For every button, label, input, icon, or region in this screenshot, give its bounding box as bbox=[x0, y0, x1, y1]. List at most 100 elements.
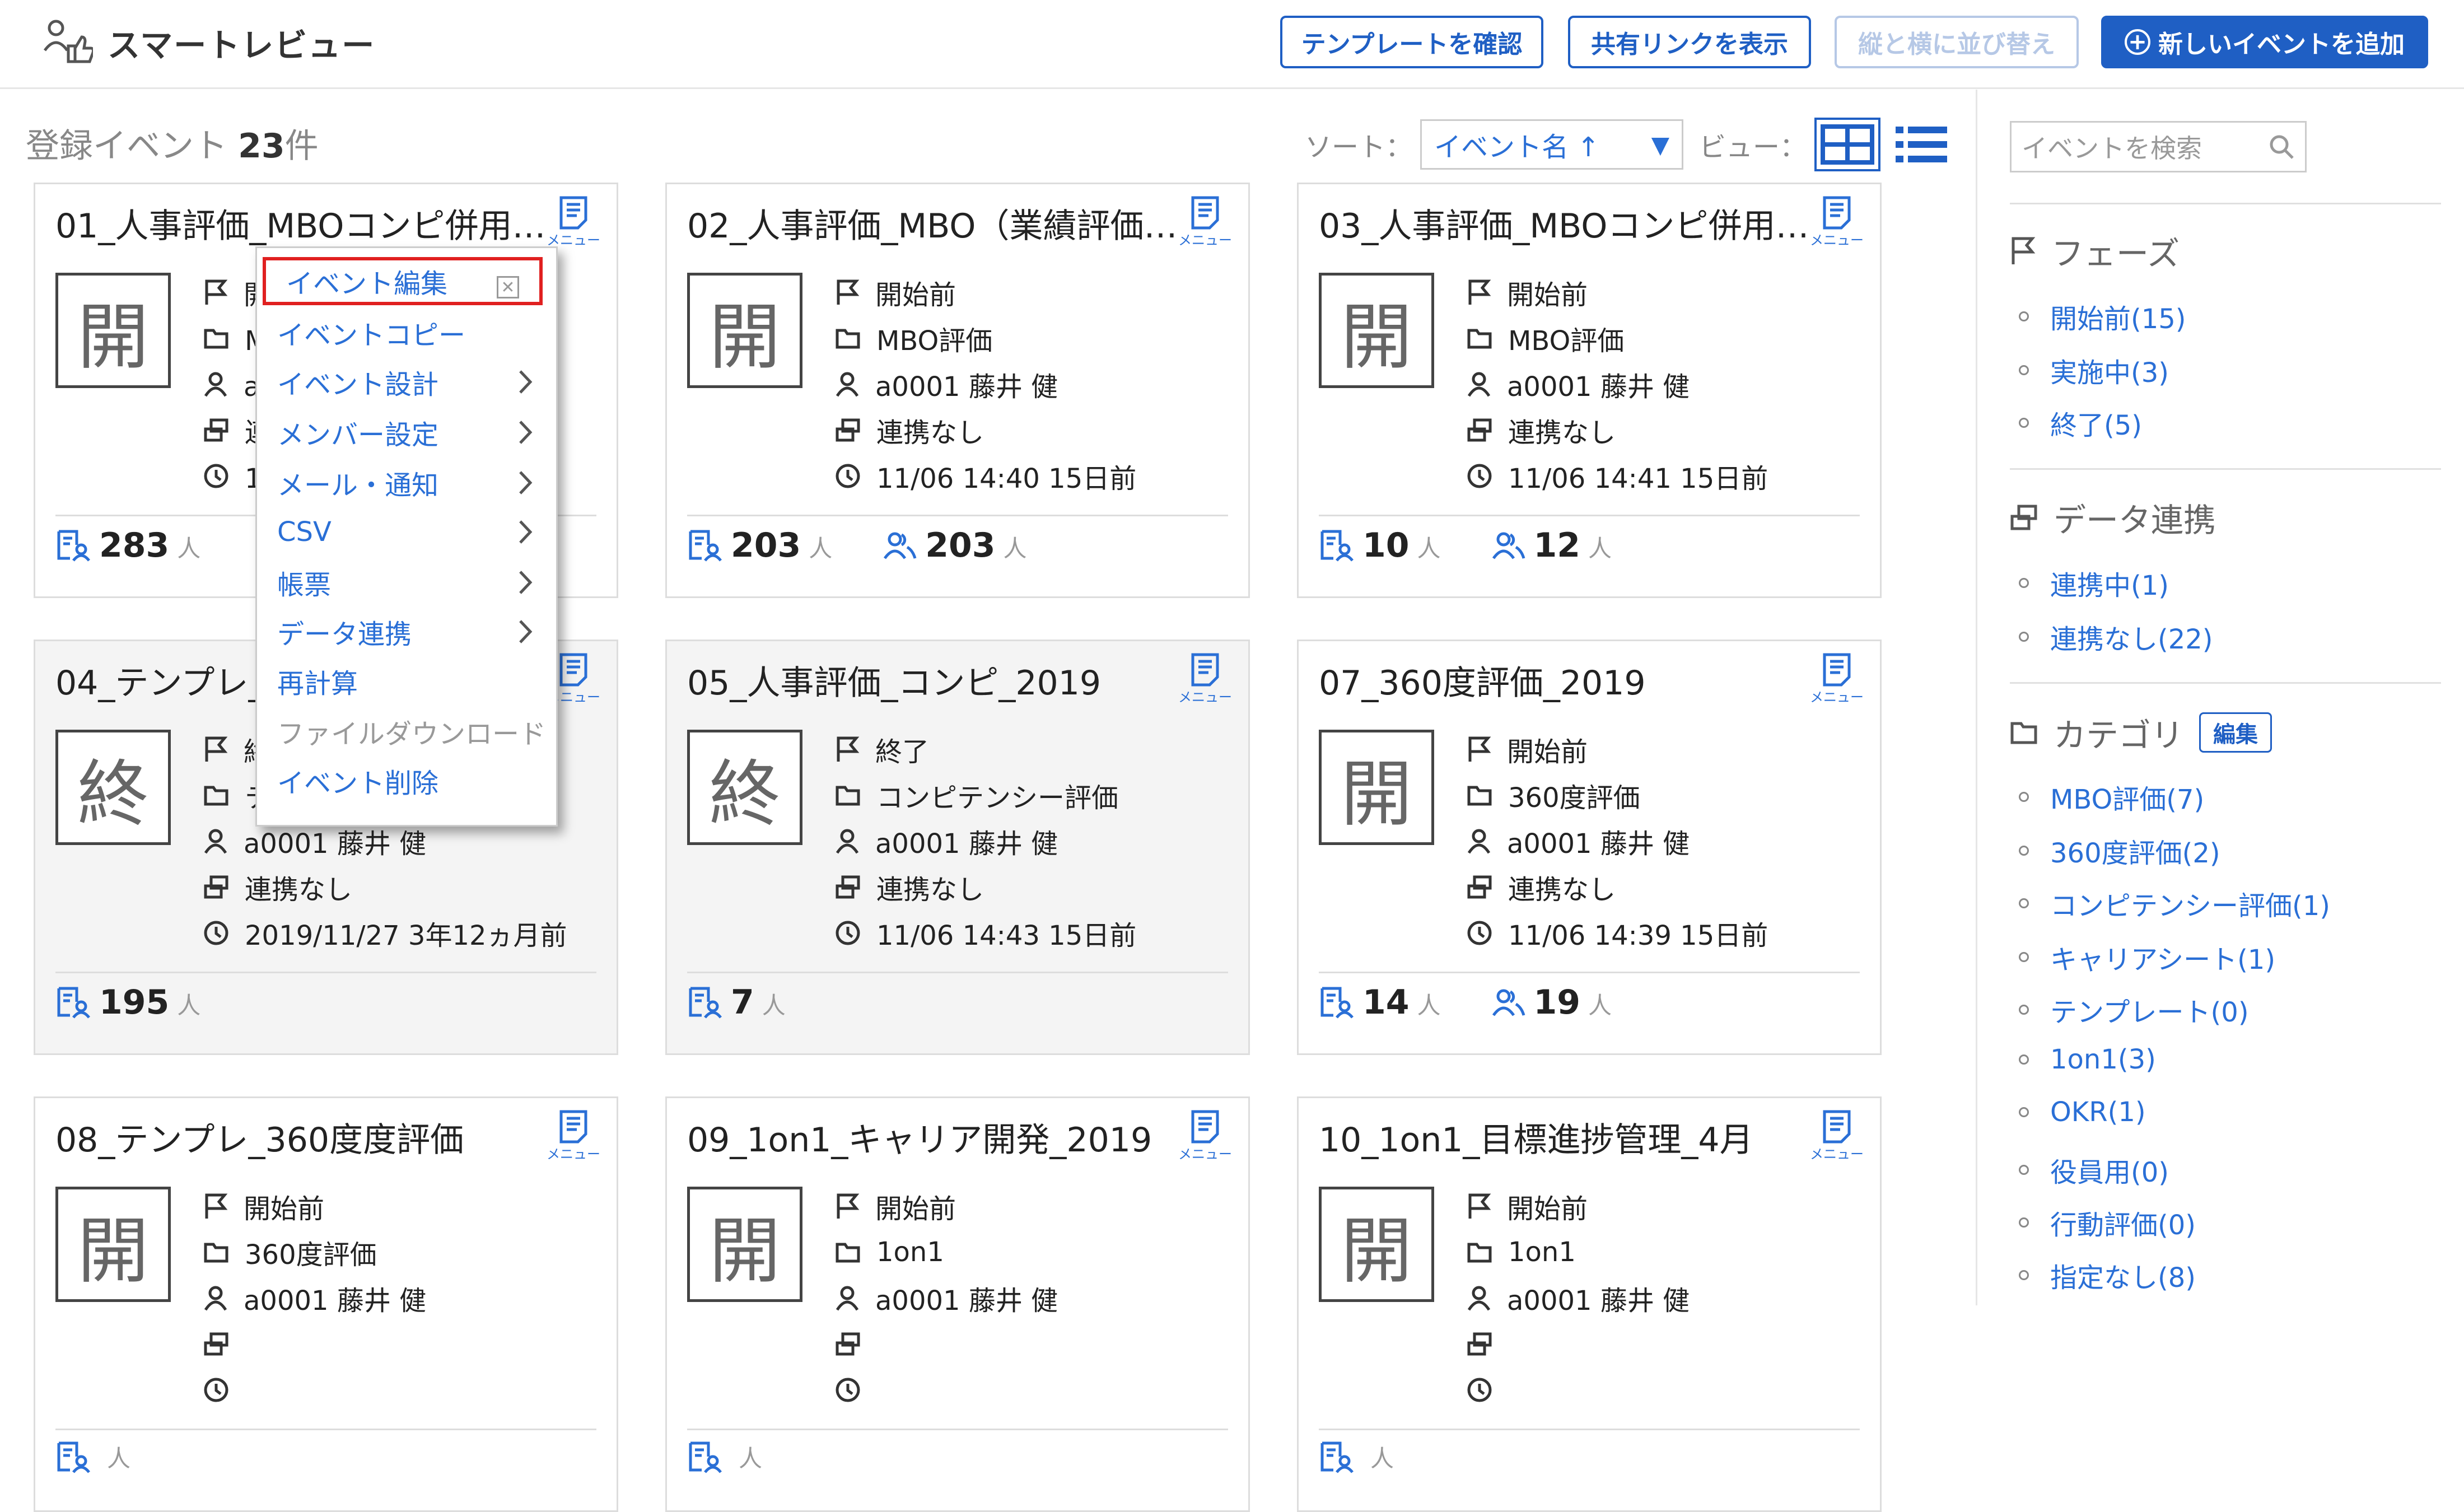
document-menu-icon bbox=[1191, 196, 1219, 230]
participants-stat[interactable]: 人 bbox=[687, 1440, 762, 1474]
participants-stat[interactable]: 7 人 bbox=[687, 983, 786, 1022]
search-placeholder: イベントを検索 bbox=[2022, 133, 2202, 164]
phase-filter-item[interactable]: 開始前(15) bbox=[2019, 297, 2186, 336]
category-filter-item[interactable]: OKR(1) bbox=[2019, 1096, 2146, 1128]
category-filter-item[interactable]: 行動評価(0) bbox=[2019, 1203, 2196, 1242]
event-card[interactable]: 05_人事評価_コンピ_2019 メニュー 終 終了 コンピテンシー評価 a00… bbox=[665, 640, 1250, 1055]
event-card[interactable]: 02_人事評価_MBO（業績評価）_2019 メニュー 開 開始前 MBO評価 bbox=[665, 183, 1250, 598]
category-filter-item[interactable]: 役員用(0) bbox=[2019, 1150, 2169, 1189]
menu-forms[interactable]: 帳票 bbox=[257, 558, 556, 606]
participants-stat[interactable]: 195 人 bbox=[55, 983, 200, 1022]
show-share-link-button[interactable]: 共有リンクを表示 bbox=[1568, 16, 1811, 68]
event-card[interactable]: 09_1on1_キャリア開発_2019 メニュー 開 開始前 1on1 a000… bbox=[665, 1096, 1250, 1512]
event-card[interactable]: 08_テンプレ_360度度評価 メニュー 開 開始前 360度評価 a0001 bbox=[34, 1096, 618, 1512]
event-title[interactable]: 05_人事評価_コンピ_2019 bbox=[687, 656, 1180, 704]
participants-stat[interactable]: 283 人 bbox=[55, 526, 200, 565]
people-icon bbox=[1492, 532, 1525, 559]
menu-delete-event[interactable]: イベント削除 bbox=[257, 757, 556, 805]
category-text: 360度評価 bbox=[1508, 782, 1640, 814]
grid-view-button[interactable] bbox=[1814, 118, 1881, 171]
category-filter-item[interactable]: 指定なし(8) bbox=[2019, 1256, 2196, 1295]
data-link-heading: データ連携 bbox=[2010, 494, 2216, 541]
phase-filter-item[interactable]: 終了(5) bbox=[2019, 403, 2142, 442]
updated-row bbox=[1467, 1367, 1690, 1413]
chevron-right-icon bbox=[519, 370, 533, 394]
card-menu-button[interactable]: メニュー bbox=[1174, 1109, 1236, 1163]
card-menu-button[interactable]: メニュー bbox=[1806, 652, 1868, 706]
participants-stat[interactable]: 10 人 bbox=[1319, 526, 1441, 565]
bullet-icon bbox=[2019, 578, 2029, 588]
card-menu-button[interactable]: メニュー bbox=[1174, 195, 1236, 249]
event-info: 開始前 360度評価 a0001 藤井 健 bbox=[203, 1183, 426, 1413]
category-filter-item[interactable]: キャリアシート(1) bbox=[2019, 937, 2275, 977]
participants-stat[interactable]: 人 bbox=[1319, 1440, 1394, 1474]
sort-select[interactable]: イベント名 ↑ ▼ bbox=[1420, 119, 1684, 170]
card-menu-button[interactable]: メニュー bbox=[543, 195, 604, 249]
event-title[interactable]: 07_360度評価_2019 bbox=[1319, 656, 1812, 704]
menu-edit-event[interactable]: イベント編集 ✕ bbox=[263, 257, 543, 305]
card-divider bbox=[687, 515, 1228, 516]
check-template-button[interactable]: テンプレートを確認 bbox=[1280, 16, 1543, 68]
menu-copy-event[interactable]: イベントコピー bbox=[257, 309, 556, 357]
menu-file-download[interactable]: ファイルダウンロード bbox=[257, 707, 556, 755]
reviewers-stat[interactable]: 12 人 bbox=[1491, 526, 1612, 565]
reviewers-stat[interactable]: 203 人 bbox=[883, 526, 1027, 565]
event-search-input[interactable]: イベントを検索 bbox=[2010, 121, 2307, 172]
updated-row: 11/06 14:43 15日前 bbox=[835, 910, 1136, 956]
link-filter-item[interactable]: 連携なし(22) bbox=[2019, 617, 2213, 656]
category-filter-item[interactable]: 360度評価(2) bbox=[2019, 831, 2220, 870]
card-menu-button[interactable]: メニュー bbox=[1806, 195, 1868, 249]
link-filter-item[interactable]: 連携中(1) bbox=[2019, 563, 2169, 603]
edit-category-button[interactable]: 編集 bbox=[2199, 712, 2272, 753]
event-title[interactable]: 10_1on1_目標進捗管理_4月 bbox=[1319, 1113, 1812, 1161]
participants-unit: 人 bbox=[177, 535, 201, 562]
menu-csv[interactable]: CSV bbox=[257, 508, 556, 556]
card-menu-button[interactable]: メニュー bbox=[543, 1109, 604, 1163]
event-title[interactable]: 09_1on1_キャリア開発_2019 bbox=[687, 1113, 1180, 1161]
category-row: 360度評価 bbox=[1467, 772, 1768, 818]
menu-event-design[interactable]: イベント設計 bbox=[257, 358, 556, 406]
event-title[interactable]: 03_人事評価_MBOコンピ併用_2020 bbox=[1319, 199, 1812, 248]
category-filter-item[interactable]: テンプレート(0) bbox=[2019, 990, 2249, 1029]
close-menu-icon[interactable]: ✕ bbox=[497, 276, 519, 298]
event-card[interactable]: 03_人事評価_MBOコンピ併用_2020 メニュー 開 開始前 MBO評価 bbox=[1297, 183, 1882, 598]
brand[interactable]: スマートレビュー bbox=[41, 17, 375, 68]
participants-stat[interactable]: 203 人 bbox=[687, 526, 832, 565]
folder-icon bbox=[204, 1243, 228, 1263]
category-filter-item[interactable]: 1on1(3) bbox=[2019, 1044, 2156, 1075]
link-text: 連携なし bbox=[245, 874, 353, 906]
category-filter-item[interactable]: コンピテンシー評価(1) bbox=[2019, 884, 2330, 923]
card-menu-button[interactable]: メニュー bbox=[1174, 652, 1236, 706]
menu-member-settings[interactable]: メンバー設定 bbox=[257, 408, 556, 456]
phase-filter-item[interactable]: 実施中(3) bbox=[2019, 351, 2169, 390]
event-card[interactable]: 07_360度評価_2019 メニュー 開 開始前 360度評価 a0001 藤… bbox=[1297, 640, 1882, 1055]
category-text: 360度評価 bbox=[245, 1239, 377, 1271]
reviewers-unit: 人 bbox=[1588, 992, 1612, 1019]
phase-text: 終了 bbox=[875, 736, 930, 768]
filter-label: 360度評価(2) bbox=[2050, 838, 2220, 869]
category-filter-item[interactable]: MBO評価(7) bbox=[2019, 777, 2204, 816]
card-divider bbox=[55, 972, 596, 973]
phase-row: 開始前 bbox=[203, 1183, 426, 1229]
participants-stat[interactable]: 人 bbox=[55, 1440, 130, 1474]
add-event-button[interactable]: + 新しいイベントを追加 bbox=[2101, 16, 2428, 68]
menu-mail-notify[interactable]: メール・通知 bbox=[257, 459, 556, 507]
menu-data-link[interactable]: データ連携 bbox=[257, 608, 556, 656]
card-menu-button[interactable]: メニュー bbox=[1806, 1109, 1868, 1163]
event-title[interactable]: 08_テンプレ_360度度評価 bbox=[55, 1113, 548, 1161]
filter-label: 行動評価(0) bbox=[2050, 1210, 2196, 1241]
reviewers-stat[interactable]: 19 人 bbox=[1491, 983, 1612, 1022]
participants-stat[interactable]: 14 人 bbox=[1319, 983, 1441, 1022]
count-unit: 件 bbox=[284, 127, 319, 166]
menu-item-label: メール・通知 bbox=[277, 470, 439, 501]
menu-recalculate[interactable]: 再計算 bbox=[257, 657, 556, 705]
reorder-button[interactable]: 縦と横に並び替え bbox=[1835, 16, 2079, 68]
list-view-button[interactable] bbox=[1888, 118, 1954, 171]
card-stats: 203 人 203 人 bbox=[687, 526, 1066, 565]
event-title[interactable]: 01_人事評価_MBOコンピ併用_2019 bbox=[55, 199, 548, 248]
event-title[interactable]: 02_人事評価_MBO（業績評価）_2019 bbox=[687, 199, 1180, 248]
event-card[interactable]: 10_1on1_目標進捗管理_4月 メニュー 開 開始前 1on1 a0001 bbox=[1297, 1096, 1882, 1512]
review-people-icon bbox=[43, 20, 93, 63]
people-icon bbox=[884, 532, 917, 559]
owner-text: a0001 藤井 健 bbox=[1507, 1285, 1690, 1317]
